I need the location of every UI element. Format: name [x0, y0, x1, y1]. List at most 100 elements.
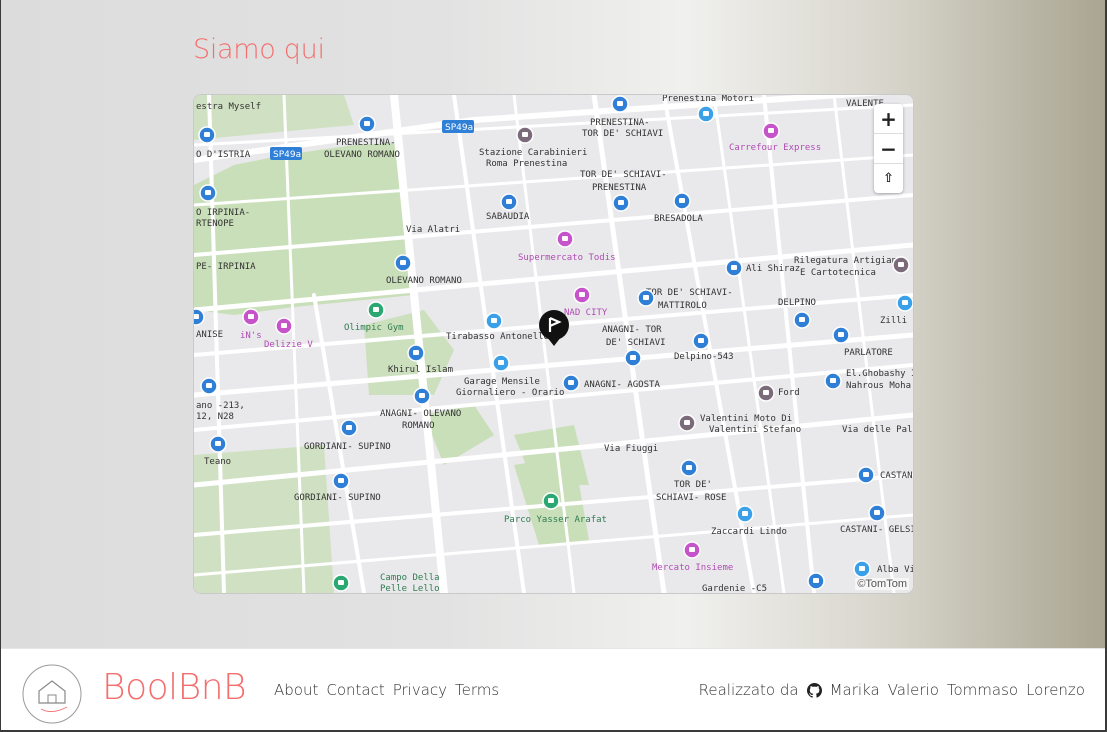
- map-label: SCHIAVI- ROSE: [656, 493, 726, 503]
- map-label: OLEVANO ROMANO: [324, 150, 400, 160]
- map-label: MATTIROLO: [658, 301, 707, 311]
- shop-icon[interactable]: [573, 286, 591, 304]
- bus-stop-icon[interactable]: [611, 95, 629, 113]
- map-label: Valentini Stefano: [709, 425, 801, 435]
- parking-icon[interactable]: [485, 312, 503, 330]
- bus-stop-icon[interactable]: [394, 254, 412, 272]
- map-label: ANAGNI- TOR: [602, 325, 662, 335]
- map-label: CASTAN: [880, 471, 913, 481]
- map-canvas[interactable]: estra Myself PRENESTINA- OLEVANO ROMANO O D…: [194, 95, 913, 593]
- shop-icon[interactable]: [242, 308, 260, 326]
- map-label: PE- IRPINIA: [196, 262, 256, 272]
- map-label: Khirul Islam: [388, 365, 453, 375]
- poi-icon[interactable]: [892, 256, 910, 274]
- bus-stop-icon[interactable]: [692, 332, 710, 350]
- map-label: Roma Prenestina: [486, 159, 567, 169]
- author-link-marika[interactable]: Marika: [830, 681, 880, 699]
- bus-stop-icon[interactable]: [673, 192, 691, 210]
- gym-icon[interactable]: [367, 301, 385, 319]
- parking-icon[interactable]: [853, 560, 871, 578]
- map-label: SABAUDIA: [486, 212, 530, 222]
- nav-link-privacy[interactable]: Privacy: [393, 681, 447, 699]
- brand-name[interactable]: BoolBnB: [102, 667, 247, 708]
- parking-icon[interactable]: [492, 354, 510, 372]
- author-link-lorenzo[interactable]: Lorenzo: [1026, 681, 1085, 699]
- map-container[interactable]: estra Myself PRENESTINA- OLEVANO ROMANO O D…: [193, 94, 914, 594]
- parking-icon[interactable]: [896, 294, 913, 312]
- nav-link-terms[interactable]: Terms: [455, 681, 499, 699]
- shop-icon[interactable]: [762, 122, 780, 140]
- map-label: TOR DE' SCHIAVI: [582, 129, 663, 139]
- map-attribution[interactable]: ©TomTom: [855, 578, 909, 590]
- poi-icon[interactable]: [678, 414, 696, 432]
- map-label: ANAGNI- AGOSTA: [584, 380, 660, 390]
- map-label: OLEVANO ROMANO: [386, 276, 462, 286]
- bus-stop-icon[interactable]: [209, 435, 227, 453]
- bus-stop-icon[interactable]: [725, 259, 743, 277]
- map-label: Valentini Moto Di: [700, 414, 792, 424]
- parking-icon[interactable]: [697, 105, 715, 123]
- bus-stop-icon[interactable]: [793, 311, 811, 329]
- bus-stop-icon[interactable]: [680, 459, 698, 477]
- bus-stop-icon[interactable]: [868, 504, 886, 522]
- brand-logo[interactable]: [21, 663, 83, 725]
- poi-icon[interactable]: [757, 384, 775, 402]
- map-label: O IRPINIA-: [196, 208, 250, 218]
- map-label: Pelle Lello: [380, 584, 440, 593]
- bus-stop-icon[interactable]: [199, 184, 217, 202]
- bus-stop-icon[interactable]: [832, 326, 850, 344]
- gym-icon[interactable]: [332, 574, 350, 592]
- map-label: Via delle Pal: [842, 425, 912, 435]
- bus-stop-icon[interactable]: [857, 466, 875, 484]
- reset-bearing-button[interactable]: ⇧: [874, 164, 903, 193]
- bus-stop-icon[interactable]: [200, 377, 218, 395]
- credits-prefix: Realizzato da: [698, 681, 799, 699]
- map-label: Mercato Insieme: [652, 563, 733, 573]
- map-label: Garage Mensile: [464, 377, 540, 387]
- nav-link-contact[interactable]: Contact: [326, 681, 384, 699]
- bus-stop-icon[interactable]: [407, 344, 425, 362]
- zoom-out-button[interactable]: −: [874, 134, 903, 164]
- map-label: ANAGNI- OLEVANO: [380, 409, 461, 419]
- gym-icon[interactable]: [542, 492, 560, 510]
- map-label: NAD CITY: [564, 308, 608, 318]
- map-label: Rilegatura Artigiana: [794, 256, 902, 266]
- map-label: Zaccardi Lindo: [711, 527, 787, 537]
- bus-stop-icon[interactable]: [332, 472, 350, 490]
- bus-stop-icon[interactable]: [340, 419, 358, 437]
- bus-stop-icon[interactable]: [358, 115, 376, 133]
- poi-icon[interactable]: [516, 126, 534, 144]
- bus-stop-icon[interactable]: [624, 349, 642, 367]
- page: Siamo qui estra Myself PRENESTINA- OLEVA…: [1, 0, 1105, 730]
- map-label: PRENESTINA: [592, 183, 647, 193]
- map-label: Carrefour Express: [729, 143, 821, 153]
- author-link-valerio[interactable]: Valerio: [888, 681, 939, 699]
- map-label: Campo Della: [380, 573, 440, 583]
- bus-stop-icon[interactable]: [194, 308, 205, 326]
- svg-text:SP49a: SP49a: [445, 123, 473, 133]
- bus-stop-icon[interactable]: [413, 387, 431, 405]
- map-label: Parco Yasser Arafat: [504, 515, 607, 525]
- parking-icon[interactable]: [736, 505, 754, 523]
- bus-stop-icon[interactable]: [562, 374, 580, 392]
- map-label: ano -213,: [196, 401, 245, 411]
- map-label: Giornaliero - Orario: [456, 388, 564, 398]
- author-link-tommaso[interactable]: Tommaso: [947, 681, 1018, 699]
- map-label: Nahrous Moha: [846, 381, 911, 391]
- bus-stop-icon[interactable]: [637, 289, 655, 307]
- map-label: CASTANI- GELSI: [840, 525, 913, 535]
- map-label: E Cartotecnica: [800, 268, 876, 278]
- nav-link-about[interactable]: About: [274, 681, 318, 699]
- map-label: El.Ghobashy Is: [846, 369, 913, 379]
- shop-icon[interactable]: [275, 317, 293, 335]
- map-label: estra Myself: [196, 102, 261, 112]
- zoom-in-button[interactable]: +: [874, 104, 903, 134]
- bus-stop-icon[interactable]: [807, 572, 825, 590]
- bus-stop-icon[interactable]: [198, 126, 216, 144]
- shop-icon[interactable]: [683, 541, 701, 559]
- bus-stop-icon[interactable]: [612, 194, 630, 212]
- shop-icon[interactable]: [556, 230, 574, 248]
- map-label: Ali Shiraz: [746, 264, 800, 274]
- bus-stop-icon[interactable]: [500, 193, 518, 211]
- bus-stop-icon[interactable]: [824, 372, 842, 390]
